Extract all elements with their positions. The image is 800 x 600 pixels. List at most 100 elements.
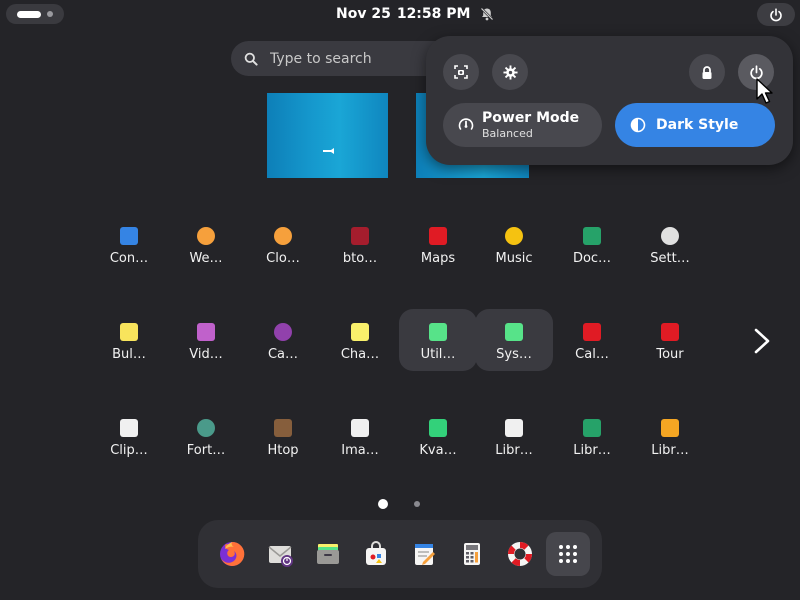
bulk-rename-icon (120, 323, 138, 341)
app-label: Maps (420, 251, 456, 266)
app-tile[interactable]: Libr… (475, 405, 553, 467)
power-mode-subtitle: Balanced (482, 127, 533, 140)
app-tile[interactable]: Doc… (553, 213, 631, 275)
app-label: Kva… (419, 443, 457, 458)
app-label: Util… (420, 347, 456, 362)
app-tile[interactable]: Vid… (167, 309, 245, 371)
dock-help[interactable] (498, 532, 542, 576)
camera-icon (274, 323, 292, 341)
app-tile[interactable]: Util… (399, 309, 477, 371)
screenshot-icon (454, 65, 468, 79)
settings-button[interactable] (492, 54, 528, 90)
screenshot-button[interactable] (443, 54, 479, 90)
app-label: Libr… (495, 443, 533, 458)
settings-gear-icon (661, 227, 679, 245)
calendar-icon (583, 323, 601, 341)
app-tile[interactable]: Cha… (321, 309, 399, 371)
app-label: Cha… (340, 347, 380, 362)
dock-show-apps[interactable] (546, 532, 590, 576)
app-label: Bul… (112, 347, 146, 362)
app-label: Libr… (573, 443, 611, 458)
dark-style-title: Dark Style (656, 117, 739, 133)
app-label: Vid… (189, 347, 223, 362)
system-menu-button[interactable] (757, 3, 795, 26)
lock-screen-button[interactable] (689, 54, 725, 90)
dark-style-icon (630, 117, 646, 133)
app-label: Con… (109, 251, 149, 266)
show-apps-grid-icon (559, 545, 577, 563)
app-tile[interactable]: bto… (321, 213, 399, 275)
dock-calculator[interactable] (450, 532, 494, 576)
search-icon (244, 52, 258, 66)
app-tile[interactable]: Tour (631, 309, 709, 371)
activities-button[interactable] (6, 4, 64, 24)
workspace-indicator-inactive (47, 11, 53, 17)
app-label: Tour (656, 347, 684, 362)
app-tile[interactable]: Libr… (553, 405, 631, 467)
workspace-window-icon (323, 148, 334, 154)
page-dot-current[interactable] (378, 499, 388, 509)
power-icon (770, 7, 782, 21)
dark-style-toggle[interactable]: Dark Style (615, 103, 775, 147)
clock[interactable]: Nov 25 12:58 PM (336, 6, 470, 22)
mouse-pointer-icon (756, 78, 773, 104)
app-tile[interactable]: Cal… (553, 309, 631, 371)
dock-firefox[interactable] (210, 532, 254, 576)
notifications-muted-icon (480, 7, 494, 21)
workspace-thumbnail-1[interactable] (267, 93, 388, 178)
app-label: Libr… (651, 443, 689, 458)
speedometer-icon (458, 118, 474, 130)
dash (198, 520, 602, 588)
app-tile[interactable]: Sett… (631, 213, 709, 275)
app-tile[interactable]: Fort… (167, 405, 245, 467)
app-tile[interactable]: Kva… (399, 405, 477, 467)
dock-files[interactable] (306, 532, 350, 576)
gear-icon (502, 64, 518, 80)
lock-icon (702, 65, 712, 79)
htop-icon (274, 419, 292, 437)
libreoffice-impress-icon (661, 419, 679, 437)
dock-software[interactable] (354, 532, 398, 576)
power-mode-toggle[interactable]: Power Mode Balanced (443, 103, 602, 147)
libreoffice-icon (505, 419, 523, 437)
app-label: Sett… (650, 251, 690, 266)
clock-time: 12:58 PM (396, 6, 471, 22)
app-tile[interactable]: Music (475, 213, 553, 275)
search-input[interactable] (268, 49, 442, 68)
utilities-folder-icon (429, 323, 447, 341)
tour-balloon-icon (661, 323, 679, 341)
app-tile[interactable]: Ca… (244, 309, 322, 371)
clock-date: Nov 25 (336, 6, 391, 22)
characters-icon (351, 323, 369, 341)
app-tile[interactable]: Sys… (475, 309, 553, 371)
mail-client-icon (268, 546, 293, 567)
app-label: Ca… (267, 347, 299, 362)
app-tile[interactable]: Maps (399, 213, 477, 275)
dock-mail[interactable] (258, 532, 302, 576)
power-mode-text: Power Mode Balanced (482, 110, 579, 140)
firefox-icon (220, 541, 245, 566)
document-scanner-icon (583, 227, 601, 245)
weather-icon (197, 227, 215, 245)
contacts-icon (120, 227, 138, 245)
app-tile[interactable]: Bul… (90, 309, 168, 371)
page-dot[interactable] (414, 501, 420, 507)
maps-icon (429, 227, 447, 245)
power-mode-title: Power Mode (482, 110, 580, 126)
app-tile[interactable]: Htop (244, 405, 322, 467)
kvantum-icon (429, 419, 447, 437)
app-label: Cal… (575, 347, 609, 362)
workspace-indicator-active (17, 10, 41, 18)
help-lifebuoy-icon (507, 541, 533, 567)
libreoffice-calc-icon (583, 419, 601, 437)
quick-settings-panel: Power Mode Balanced Dark Style (426, 36, 793, 165)
app-tile[interactable]: Clip… (90, 405, 168, 467)
app-tile[interactable]: Libr… (631, 405, 709, 467)
app-tile[interactable]: Con… (90, 213, 168, 275)
app-tile[interactable]: We… (167, 213, 245, 275)
app-tile[interactable]: Clo… (244, 213, 322, 275)
dock-text-editor[interactable] (402, 532, 446, 576)
app-tile[interactable]: Ima… (321, 405, 399, 467)
app-label: Doc… (572, 251, 612, 266)
next-page-chevron-icon[interactable] (750, 326, 774, 356)
